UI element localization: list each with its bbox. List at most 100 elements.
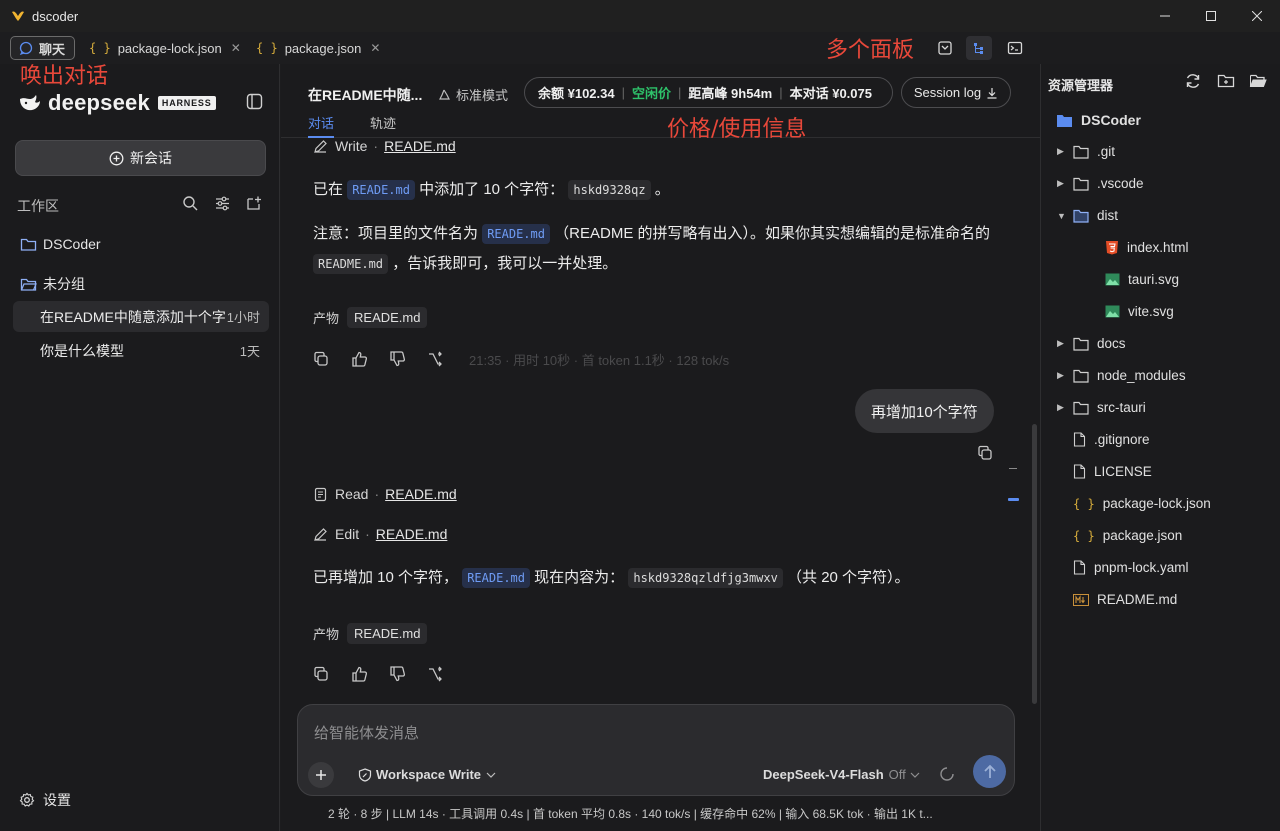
conversation-scrollbar[interactable]: [1032, 424, 1037, 704]
group-dscoder[interactable]: DSCoder: [20, 236, 101, 252]
model-toggle-state: Off: [888, 767, 906, 782]
chat-time: 1小时: [226, 310, 260, 325]
tool-action: Read: [335, 486, 369, 502]
brand-name: deepseek: [48, 90, 150, 115]
new-chat-label: 新会话: [130, 150, 172, 166]
message-stats: 21:35 · 用时 10秒 · 首 token 1.1秒 · 128 tok/…: [469, 352, 730, 368]
pencil-icon: [314, 527, 327, 541]
tool-call-read: Read · READE.md: [313, 486, 457, 502]
new-folder-icon[interactable]: [1217, 72, 1235, 90]
sidebar-toggle-icon[interactable]: [246, 93, 263, 110]
thumbs-up-button[interactable]: [351, 349, 389, 369]
minimap-active-marker: [1008, 498, 1019, 501]
copy-icon[interactable]: [977, 445, 993, 461]
maximize-button[interactable]: [1188, 0, 1234, 32]
folder-icon: [20, 238, 37, 251]
tool-file-link[interactable]: READE.md: [384, 138, 456, 154]
tab-chat[interactable]: 聊天: [10, 36, 75, 60]
chevron-right-icon[interactable]: ▶: [1057, 178, 1073, 189]
tab-close-icon[interactable]: ✕: [231, 41, 241, 55]
loading-spinner-icon: [940, 767, 954, 781]
tree-item[interactable]: ▼ dist: [1057, 208, 1118, 223]
tool-file-link[interactable]: READE.md: [385, 486, 457, 502]
text: （共 20 个字符）。: [787, 569, 910, 586]
folder-icon: [1073, 177, 1089, 191]
chevron-right-icon[interactable]: ▶: [1057, 146, 1073, 157]
tab-close-icon[interactable]: ✕: [370, 41, 380, 55]
new-group-icon[interactable]: [246, 195, 263, 212]
thumbs-down-button[interactable]: [389, 349, 427, 369]
panel-toggle-preview[interactable]: [932, 36, 958, 60]
tree-item[interactable]: index.html: [1089, 240, 1189, 255]
chat-item[interactable]: 在README中随意添加十个字 1小时: [13, 301, 269, 332]
close-icon: [1252, 11, 1262, 21]
tab-conversation[interactable]: 对话: [308, 113, 334, 132]
minimize-icon: [1160, 15, 1170, 17]
open-folder-icon[interactable]: [1249, 72, 1267, 90]
thumbs-up-button[interactable]: [351, 664, 389, 684]
tree-item[interactable]: pnpm-lock.yaml: [1057, 560, 1189, 575]
tab-package-lock[interactable]: { } package-lock.json ✕: [89, 36, 241, 60]
tree-item[interactable]: ▶ docs: [1057, 336, 1126, 351]
thumbs-up-icon: [352, 351, 368, 367]
tree-item[interactable]: ▶ src-tauri: [1057, 400, 1146, 415]
folder-icon: [1073, 145, 1089, 159]
artifact-chip[interactable]: READE.md: [347, 307, 428, 328]
close-button[interactable]: [1234, 0, 1280, 32]
tree-item[interactable]: ▶ .git: [1057, 144, 1115, 159]
branch-button[interactable]: [427, 664, 465, 684]
tree-item-label: .vscode: [1097, 176, 1144, 191]
tab-package[interactable]: { } package.json ✕: [256, 36, 380, 60]
settings-button[interactable]: 设置: [19, 790, 71, 810]
chevron-right-icon[interactable]: ▶: [1057, 370, 1073, 381]
workspace-mode-dropdown[interactable]: Workspace Write: [358, 767, 502, 782]
thumbs-down-button[interactable]: [389, 664, 427, 684]
session-log-button[interactable]: Session log: [901, 77, 1011, 108]
tree-item[interactable]: ▶ node_modules: [1057, 368, 1186, 383]
tree-item[interactable]: vite.svg: [1089, 304, 1174, 319]
search-icon[interactable]: [182, 195, 199, 212]
mode-selector[interactable]: 标准模式: [437, 85, 508, 104]
group-ungrouped[interactable]: 未分组: [20, 274, 85, 294]
chevron-right-icon[interactable]: ▶: [1057, 338, 1073, 349]
tree-item[interactable]: LICENSE: [1057, 464, 1152, 479]
tree-item[interactable]: ▶ .vscode: [1057, 176, 1144, 191]
refresh-icon[interactable]: [1184, 72, 1202, 90]
folder-icon: [1057, 114, 1072, 127]
tree-root-dscoder[interactable]: DSCoder: [1056, 112, 1141, 128]
tree-item[interactable]: tauri.svg: [1089, 272, 1179, 287]
tree-item-label: src-tauri: [1097, 400, 1146, 415]
model-name: DeepSeek-V4-Flash: [763, 767, 884, 782]
maximize-icon: [1206, 11, 1216, 21]
tab-trajectory[interactable]: 轨迹: [370, 113, 396, 132]
settings-label: 设置: [43, 792, 71, 808]
artifact-chip[interactable]: READE.md: [347, 623, 428, 644]
json-icon: { }: [256, 41, 278, 55]
minimize-button[interactable]: [1142, 0, 1188, 32]
message-input[interactable]: 给智能体发消息: [314, 722, 419, 743]
tree-item[interactable]: { } package.json: [1057, 528, 1182, 543]
branch-button[interactable]: [427, 349, 465, 369]
attach-button[interactable]: [308, 762, 334, 788]
file-icon: [1073, 464, 1086, 479]
text: 中添加了 10 个字符：: [419, 181, 565, 198]
tool-file-link[interactable]: READE.md: [376, 526, 448, 542]
panel-toggle-terminal[interactable]: [1002, 36, 1028, 60]
filter-settings-icon[interactable]: [214, 195, 231, 212]
image-file-icon: [1105, 273, 1120, 286]
new-chat-button[interactable]: 新会话: [15, 140, 266, 176]
copy-icon: [314, 666, 328, 681]
chevron-down-icon[interactable]: ▼: [1057, 211, 1073, 221]
tree-item[interactable]: .gitignore: [1057, 432, 1150, 447]
thumbs-down-icon: [390, 351, 406, 367]
copy-button[interactable]: [313, 664, 351, 684]
chat-item[interactable]: 你是什么模型 1天: [13, 335, 269, 366]
model-selector[interactable]: DeepSeek-V4-Flash Off: [763, 767, 922, 782]
user-message-text: 再增加10个字符: [871, 403, 978, 421]
copy-button[interactable]: [313, 349, 351, 369]
tree-item[interactable]: README.md: [1057, 592, 1177, 607]
chevron-right-icon[interactable]: ▶: [1057, 402, 1073, 413]
send-button[interactable]: [973, 755, 1006, 788]
tree-item[interactable]: { } package-lock.json: [1057, 496, 1211, 511]
panel-toggle-explorer[interactable]: [966, 36, 992, 60]
